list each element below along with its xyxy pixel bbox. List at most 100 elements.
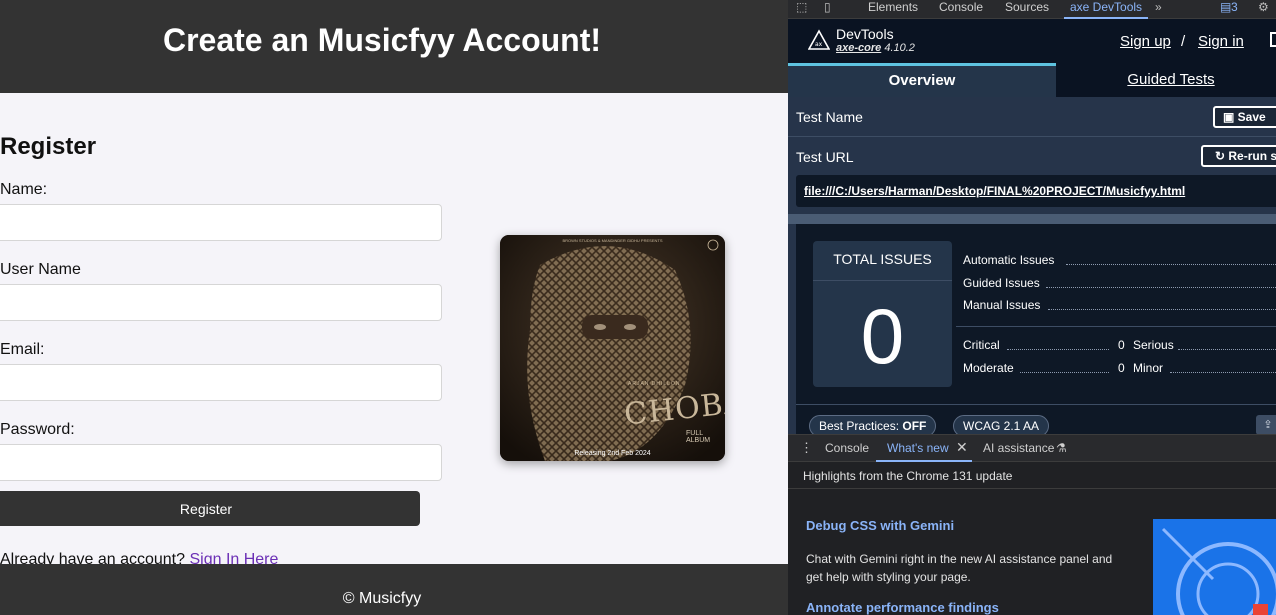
axe-version: axe-core 4.10.2 <box>836 42 915 54</box>
total-issues-label: TOTAL ISSUES <box>833 251 932 267</box>
album-top-text: BROWN STUDIOS & MANDINDER GIDHU PRESENTS <box>562 238 663 243</box>
device-toolbar-icon[interactable]: ▯ <box>824 0 831 14</box>
whats-new-item-title[interactable]: Annotate performance findings <box>806 600 999 615</box>
leader-dots <box>1170 372 1276 373</box>
divider <box>788 488 1276 489</box>
leader-dots <box>1020 372 1109 373</box>
password-label: Password: <box>0 421 75 438</box>
save-button[interactable]: ▣ Save <box>1213 106 1276 128</box>
whats-new-item-title[interactable]: Debug CSS with Gemini <box>806 518 954 533</box>
critical-count: 0 <box>1118 338 1125 352</box>
tab-sources[interactable]: Sources <box>1005 0 1049 19</box>
gemini-illustration-graphic <box>1161 527 1276 615</box>
tab-guided-tests[interactable]: Guided Tests <box>1056 63 1276 97</box>
axe-product-name: DevTools <box>836 26 894 42</box>
album-artwork <box>500 235 725 461</box>
automatic-issues-label[interactable]: Automatic Issues <box>963 253 1054 267</box>
devtools-panel: ⬚ ▯ Elements Console Sources axe DevTool… <box>788 0 1276 615</box>
axe-logo-icon: ax <box>808 29 830 50</box>
drawer-tabbar: ⋮ Console What's new ✕ AI assistance ⚗ <box>788 434 1276 462</box>
whats-new-illustration <box>1153 519 1276 615</box>
web-page: Create an Musicfyy Account! Register Nam… <box>0 0 788 615</box>
more-tabs-icon[interactable]: » <box>1155 0 1162 14</box>
active-tab-indicator <box>876 460 972 462</box>
tab-console[interactable]: Console <box>939 0 983 19</box>
best-practices-label: Best Practices: <box>819 419 900 433</box>
more-options-icon[interactable]: ⋮ <box>800 440 813 456</box>
save-icon: ▣ <box>1223 110 1238 124</box>
drawer-tab-whats-new[interactable]: What's new <box>887 441 949 455</box>
axe-tabs: Overview Guided Tests <box>788 63 1276 97</box>
test-url-link[interactable]: file:///C:/Users/Harman/Desktop/FINAL%20… <box>804 184 1185 198</box>
page-title: Create an Musicfyy Account! <box>162 22 602 58</box>
moderate-label[interactable]: Moderate <box>963 361 1014 375</box>
whats-new-item-body: Chat with Gemini right in the new AI ass… <box>806 552 1113 584</box>
document-icon[interactable] <box>1270 32 1276 47</box>
leader-dots <box>1046 287 1276 288</box>
divider <box>956 326 1276 327</box>
auth-separator: / <box>1181 33 1186 50</box>
leader-dots <box>1048 309 1276 310</box>
sign-in-link[interactable]: Sign in <box>1198 33 1244 50</box>
divider <box>813 280 952 281</box>
test-url-label: Test URL <box>796 149 854 165</box>
manual-issues-label[interactable]: Manual Issues <box>963 298 1040 312</box>
tab-axe-devtools[interactable]: axe DevTools <box>1064 0 1149 19</box>
album-cover-image: BROWN STUDIOS & MANDINDER GIDHU PRESENTS… <box>500 235 725 461</box>
issues-count[interactable]: 3 <box>1231 0 1238 14</box>
inspect-element-icon[interactable]: ⬚ <box>796 0 807 14</box>
share-icon[interactable]: ⇪ <box>1256 415 1276 435</box>
issues-summary-panel: TOTAL ISSUES 0 Automatic Issues Guided I… <box>796 224 1276 437</box>
test-url-box: file:///C:/Users/Harman/Desktop/FINAL%20… <box>796 175 1276 207</box>
sign-up-link[interactable]: Sign up <box>1120 33 1171 50</box>
leader-dots <box>1066 264 1276 265</box>
minor-label[interactable]: Minor <box>1133 361 1163 375</box>
rerun-button-label: Re-run s <box>1228 149 1276 163</box>
drawer-tab-console[interactable]: Console <box>825 441 869 455</box>
flask-icon: ⚗ <box>1056 441 1067 455</box>
username-label: User Name <box>0 261 81 278</box>
total-issues-count: 0 <box>860 292 905 380</box>
rerun-scan-button[interactable]: ↻ Re-run s <box>1201 145 1276 167</box>
tab-elements[interactable]: Elements <box>868 0 918 19</box>
album-artist: ARJAN DHILLON <box>628 381 681 387</box>
axe-header: ax DevTools axe-core 4.10.2 Sign up / Si… <box>788 19 1276 63</box>
drawer-tab-ai-assistance[interactable]: AI assistance <box>983 441 1054 455</box>
axe-core-link[interactable]: axe-core <box>836 42 881 54</box>
whats-new-highlights: Highlights from the Chrome 131 update <box>803 469 1013 483</box>
refresh-icon: ↻ <box>1215 149 1229 163</box>
email-label: Email: <box>0 341 45 358</box>
devtools-tabbar: ⬚ ▯ Elements Console Sources axe DevTool… <box>788 0 1276 19</box>
form-heading: Register <box>0 133 97 160</box>
total-issues-box: TOTAL ISSUES 0 <box>813 241 952 387</box>
copyright-text: © Musicfyy <box>342 590 422 607</box>
critical-label[interactable]: Critical <box>963 338 1000 352</box>
leader-dots <box>1178 349 1276 350</box>
name-input[interactable] <box>0 204 442 241</box>
svg-text:ax: ax <box>815 41 823 48</box>
email-input[interactable] <box>0 364 442 401</box>
serious-label[interactable]: Serious <box>1133 338 1174 352</box>
name-label: Name: <box>0 181 48 198</box>
axe-version-number: 4.10.2 <box>884 42 915 54</box>
register-button[interactable]: Register <box>0 491 420 526</box>
divider <box>796 404 1276 405</box>
moderate-count: 0 <box>1118 361 1125 375</box>
close-icon[interactable]: ✕ <box>956 439 968 456</box>
password-input[interactable] <box>0 444 442 481</box>
issues-icon[interactable]: ▤ <box>1220 0 1231 14</box>
best-practices-value: OFF <box>902 419 927 433</box>
album-release: Releasing 2nd Feb 2024 <box>574 450 651 457</box>
screen: Create an Musicfyy Account! Register Nam… <box>0 0 1276 615</box>
save-button-label: Save <box>1237 110 1266 124</box>
username-input[interactable] <box>0 284 442 321</box>
guided-issues-label[interactable]: Guided Issues <box>963 276 1040 290</box>
tab-overview[interactable]: Overview <box>788 63 1056 97</box>
leader-dots <box>1007 349 1109 350</box>
section-gap <box>788 214 1276 224</box>
album-subtitle: FULL ALBUM <box>686 430 711 444</box>
divider <box>788 136 1276 137</box>
axe-overview-body: Test Name ▣ Save Test URL ↻ Re-run s fil… <box>788 97 1276 437</box>
test-name-label: Test Name <box>796 109 863 125</box>
settings-gear-icon[interactable]: ⚙ <box>1258 0 1269 14</box>
